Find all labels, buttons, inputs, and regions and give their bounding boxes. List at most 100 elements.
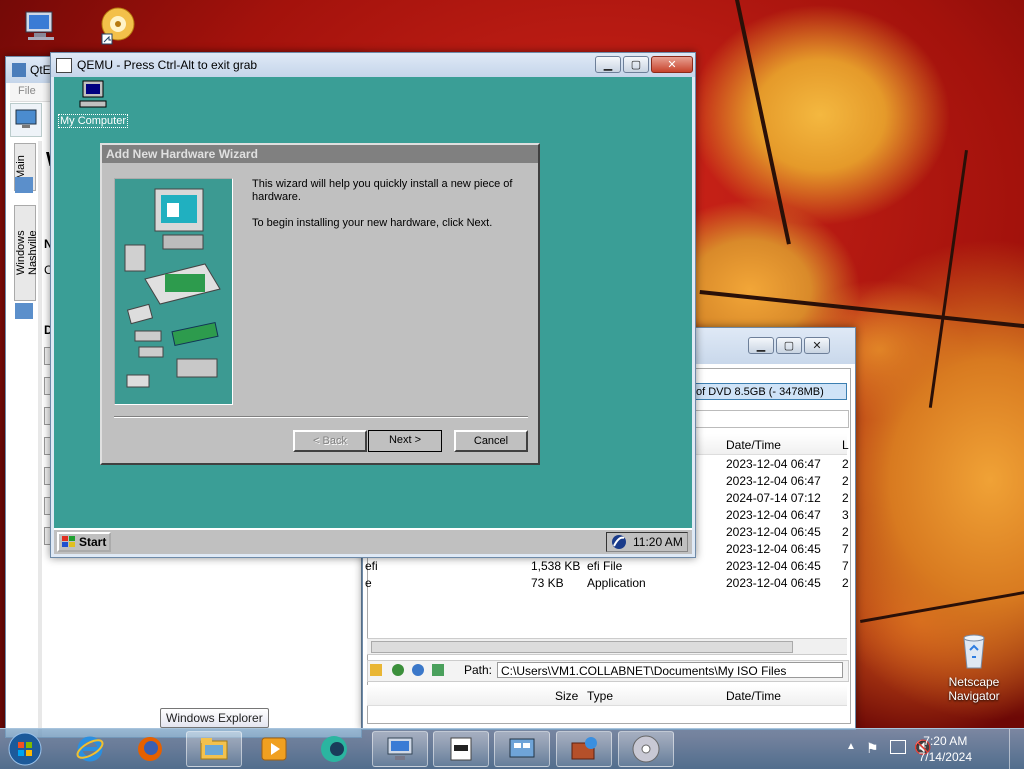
internet-explorer-icon (76, 736, 104, 762)
column-l[interactable]: L (842, 438, 849, 452)
my-computer-icon-group[interactable]: My Computer (58, 79, 128, 128)
guest-clock[interactable]: 11:20 AM (633, 535, 683, 549)
tab-nashville-icon (15, 303, 33, 319)
horizontal-scrollbar[interactable] (367, 638, 847, 655)
qtemu-app-icon (12, 63, 26, 77)
file-type: Application (587, 576, 646, 590)
drive-selector[interactable]: of DVD 8.5GB (- 3478MB) (693, 383, 847, 400)
filter-field[interactable] (693, 410, 849, 428)
tab-windows-nashville[interactable]: Windows Nashville (14, 205, 39, 301)
start-label: Start (79, 535, 107, 549)
qtemu-splitter (38, 141, 42, 737)
taskbar-qemu-computer[interactable] (372, 731, 428, 767)
file-type: efi File (587, 559, 623, 573)
computer-icon (25, 11, 54, 40)
file-size: 1,538 KB (531, 559, 581, 573)
wizard-illustration (114, 178, 233, 405)
file-extra: 7 (842, 559, 849, 573)
taskbar-firewall-app[interactable] (556, 731, 612, 767)
taskbar-text-app[interactable] (433, 731, 489, 767)
brick-wall-icon (571, 737, 597, 760)
wizard-title: Add New Hardware Wizard (102, 145, 538, 163)
system-clock[interactable]: 7:20 AM 7/14/2024 (919, 733, 972, 765)
close-button[interactable]: ✕ (651, 56, 693, 73)
file-datetime: 2023-12-04 06:47 (726, 508, 821, 522)
taskbar-firefox[interactable] (122, 731, 178, 767)
cd-shortcut-desktop-icon[interactable] (76, 6, 156, 51)
path-field[interactable]: C:\Users\VM1.COLLABNET\Documents\My ISO … (497, 662, 843, 678)
hardware-illustration-icon (124, 188, 221, 388)
file-extra: 2 (842, 457, 849, 471)
cancel-button[interactable]: Cancel (454, 430, 528, 452)
taskbar-media-player[interactable] (246, 731, 302, 767)
qemu-guest-screen[interactable]: My Computer Add New Hardware Wizard This… (54, 77, 692, 554)
qemu-app-icon (56, 58, 72, 73)
menu-file[interactable]: File (18, 85, 36, 97)
swirl-app-icon (321, 736, 347, 762)
qemu-title: QEMU - Press Ctrl-Alt to exit grab (77, 58, 258, 72)
qemu-window[interactable]: QEMU - Press Ctrl-Alt to exit grab ▁ ▢ ✕… (50, 52, 696, 558)
file-datetime: 2024-07-14 07:12 (726, 491, 821, 505)
table-row[interactable]: e 73 KB Application 2023-12-04 06:45 2 (363, 576, 849, 593)
file-size: 73 KB (531, 576, 564, 590)
clock-time: 7:20 AM (923, 734, 968, 748)
windows-logo-icon (62, 536, 75, 547)
taskbar-app[interactable] (306, 731, 362, 767)
netscape-icon[interactable] (611, 534, 627, 550)
guest-taskbar: Start 11:20 AM (54, 528, 692, 554)
column-type[interactable]: Type (587, 689, 613, 703)
network-tray-icon[interactable] (890, 740, 906, 754)
file-datetime: 2023-12-04 06:45 (726, 525, 821, 539)
show-hidden-icons-icon[interactable]: ▲ (846, 741, 856, 752)
close-button[interactable]: ✕ (804, 337, 830, 354)
disc-icon (632, 735, 660, 763)
gear-icon[interactable] (412, 664, 424, 676)
column-datetime[interactable]: Date/Time (726, 689, 781, 703)
scrollbar-thumb[interactable] (371, 641, 793, 653)
column-datetime[interactable]: Date/Time (726, 438, 781, 452)
folder-icon[interactable] (370, 664, 382, 676)
maximize-button[interactable]: ▢ (623, 56, 649, 73)
path-label: Path: (464, 663, 493, 677)
taskbar-ie[interactable] (62, 731, 118, 767)
add-hardware-wizard-dialog[interactable]: Add New Hardware Wizard This wizard will… (100, 143, 540, 465)
globe-icon[interactable] (392, 664, 404, 676)
computer-icon (387, 737, 413, 760)
qtemu-toolbar-button[interactable] (10, 103, 42, 137)
file-extra: 2 (842, 491, 849, 505)
my-computer-icon (79, 80, 107, 108)
back-button[interactable]: < Back (293, 430, 367, 452)
start-button[interactable]: Start (57, 532, 111, 552)
file-name: e (365, 576, 372, 590)
next-button[interactable]: Next > (368, 430, 442, 452)
refresh-icon[interactable] (432, 664, 444, 676)
column-size[interactable]: Size (555, 689, 578, 703)
windows-orb-icon (8, 732, 42, 766)
firefox-icon (138, 737, 162, 761)
qemu-titlebar[interactable]: QEMU - Press Ctrl-Alt to exit grab ▁ ▢ ✕ (51, 53, 695, 77)
table-row[interactable]: efi 1,538 KB efi File 2023-12-04 06:45 7 (363, 559, 849, 576)
taskbar-disc-app[interactable] (618, 731, 674, 767)
windows-taskbar: ▲ ⚑ 🔇 7:20 AM 7/14/2024 (0, 728, 1024, 769)
netscape-desktop-icon[interactable]: Netscape Navigator (934, 630, 1014, 703)
taskbar-windows-explorer[interactable] (186, 731, 242, 767)
file-name: efi (365, 559, 378, 573)
start-orb[interactable] (6, 732, 44, 766)
media-player-icon (261, 737, 287, 761)
wizard-separator (114, 416, 528, 418)
minimize-button[interactable]: ▁ (748, 337, 774, 354)
qtemu-title: QtE (30, 63, 51, 77)
my-computer-label: My Computer (58, 114, 128, 128)
file-extra: 3 (842, 508, 849, 522)
computer-desktop-icon[interactable] (0, 6, 80, 51)
show-desktop-button[interactable] (1009, 729, 1024, 769)
netscape-label: Netscape Navigator (948, 675, 1000, 703)
flag-icon[interactable]: ⚑ (866, 740, 879, 757)
file-datetime: 2023-12-04 06:47 (726, 474, 821, 488)
minimize-button[interactable]: ▁ (595, 56, 621, 73)
maximize-button[interactable]: ▢ (776, 337, 802, 354)
taskbar-network-app[interactable] (494, 731, 550, 767)
file-extra: 2 (842, 525, 849, 539)
file-datetime: 2023-12-04 06:45 (726, 576, 821, 590)
file-extra: 7 (842, 542, 849, 556)
